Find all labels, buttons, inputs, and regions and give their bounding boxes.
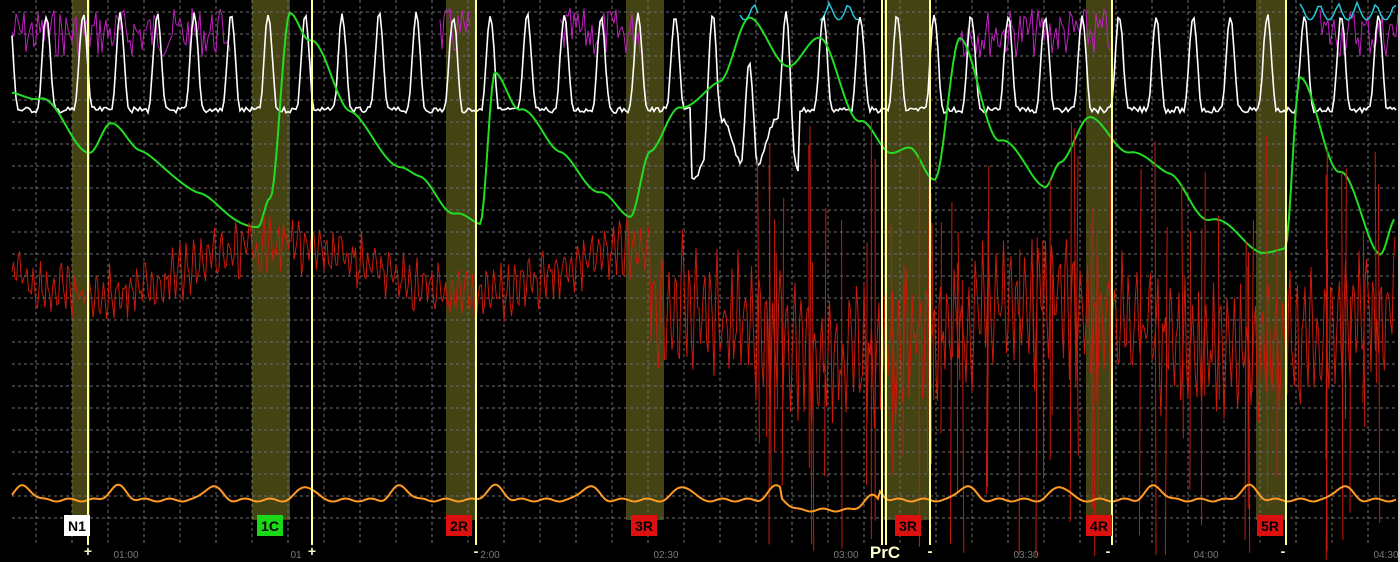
time-tick-label: 03:30 xyxy=(1013,550,1038,561)
event-badge[interactable]: 4R xyxy=(1086,515,1112,536)
time-tick-label: 01:00 xyxy=(113,550,138,561)
event-sign: + xyxy=(308,543,316,559)
event-badge[interactable]: 3R xyxy=(895,515,921,536)
trace-red-spike xyxy=(1051,275,1054,416)
event-badge-label: 2R xyxy=(450,518,468,534)
prc-label: PrC xyxy=(870,543,900,562)
event-badge-label: 3R xyxy=(635,518,653,534)
event-badge[interactable]: 2R xyxy=(446,515,472,536)
time-tick-label: 01 xyxy=(290,550,302,561)
event-badge[interactable]: 1C xyxy=(257,515,283,536)
event-badge-label: 4R xyxy=(1090,518,1108,534)
event-sign: + xyxy=(84,543,92,559)
time-tick-label: 2:00 xyxy=(480,550,500,561)
trace-red-spike xyxy=(1018,249,1021,555)
event-badge-label: 5R xyxy=(1261,518,1279,534)
time-tick-label: 02:30 xyxy=(653,550,678,561)
time-tick-label: 04:30 xyxy=(1373,550,1398,561)
event-sign: - xyxy=(474,543,479,559)
time-tick-label: 03:00 xyxy=(833,550,858,561)
event-badge-label: 3R xyxy=(899,518,917,534)
event-sign: - xyxy=(1106,543,1111,559)
prc-sign: - xyxy=(928,543,933,559)
time-tick-label: 04:00 xyxy=(1193,550,1218,561)
event-badge-label: 1C xyxy=(261,518,279,534)
event-badge-label: N1 xyxy=(68,518,86,534)
event-badge[interactable]: 3R xyxy=(631,515,657,536)
event-badge[interactable]: 5R xyxy=(1257,515,1283,536)
event-sign: - xyxy=(1281,543,1286,559)
event-badge[interactable]: N1 xyxy=(64,515,90,536)
trace-red-spike xyxy=(1189,230,1192,490)
trace-red-spike xyxy=(1204,171,1206,396)
polygraph-chart[interactable]: 01:00 01 2:00 02:30 03:00 03:30 04:00 04:30 N1 +1… xyxy=(0,0,1400,562)
